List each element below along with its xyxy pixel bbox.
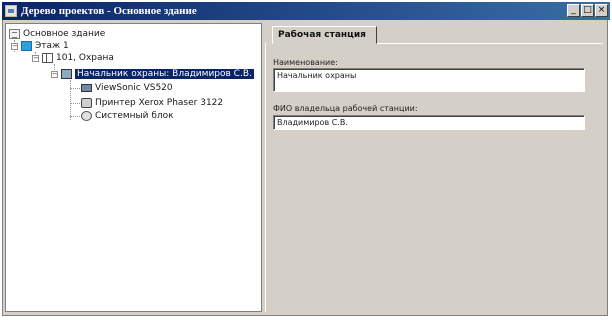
tree-node-building[interactable]: Основное здание [9,28,105,40]
building-icon [9,29,20,39]
tree-connector [70,80,71,120]
name-label: Наименование: [273,58,338,67]
tree-node-monitor[interactable]: ViewSonic VS520 [81,82,173,94]
tree-node-label-selected: Начальник охраны: Владимиров С.В. [75,69,254,79]
collapse-toggle[interactable]: − [11,42,18,50]
project-tree[interactable]: Основное здание − Этаж 1 − 101, Охрана −… [5,23,262,312]
system-unit-icon [81,111,92,121]
collapse-toggle[interactable]: − [32,54,39,62]
app-icon [5,5,17,17]
tree-node-floor[interactable]: − Этаж 1 [11,40,69,52]
tree-connector [70,88,80,89]
details-pane: Рабочая станция Наименование: Начальник … [265,23,603,312]
tree-node-label: Системный блок [95,111,174,121]
room-icon [42,53,53,63]
name-field[interactable]: Начальник охраны [273,68,585,92]
monitor-icon [81,84,92,92]
tree-node-label: 101, Охрана [56,53,114,63]
minimize-button[interactable]: _ [567,4,580,17]
floor-icon [21,41,32,51]
tree-node-workstation[interactable]: − Начальник охраны: Владимиров С.В. [51,68,254,80]
tree-connector [70,103,80,104]
window-title: Дерево проектов - Основное здание [21,5,197,17]
tree-node-system-unit[interactable]: Системный блок [81,110,174,122]
collapse-toggle[interactable]: − [51,70,58,78]
workstation-icon [61,69,72,79]
tree-node-label: Принтер Xerox Phaser 3122 [95,98,224,108]
title-bar[interactable]: Дерево проектов - Основное здание _ □ × [2,2,610,20]
owner-field[interactable]: Владимиров С.В. [273,115,585,130]
owner-label: ФИО владельца рабочей станции: [273,104,418,113]
tree-node-room[interactable]: − 101, Охрана [32,52,114,64]
tree-node-label: Основное здание [23,29,106,39]
tab-workstation[interactable]: Рабочая станция [272,26,377,44]
maximize-button[interactable]: □ [581,4,594,17]
tree-node-printer[interactable]: Принтер Xerox Phaser 3122 [81,97,223,109]
printer-icon [81,98,92,108]
close-button[interactable]: × [595,4,608,17]
tree-node-label: ViewSonic VS520 [95,83,173,93]
tree-node-label: Этаж 1 [35,41,69,51]
window-controls: _ □ × [567,4,608,17]
tree-connector [70,116,80,117]
